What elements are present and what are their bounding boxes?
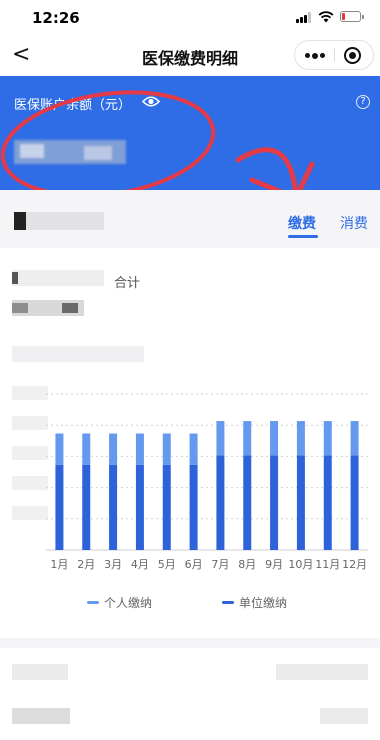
x-tick-label: 10月 <box>288 558 313 571</box>
battery-icon <box>340 11 364 22</box>
status-bar: 12:26 <box>0 0 380 34</box>
status-time: 12:26 <box>32 9 80 27</box>
x-tick-label: 3月 <box>104 558 122 571</box>
bar-personal-1 <box>55 433 64 465</box>
bar-personal-10 <box>296 421 305 456</box>
navigation-bar: < 医保缴费明细 <box>0 34 380 76</box>
legend-label-personal: 个人缴纳 <box>104 596 153 610</box>
bar-unit-7 <box>216 455 225 550</box>
list-item-date-blurred <box>320 708 368 724</box>
bar-unit-3 <box>109 464 118 550</box>
payment-list-item[interactable] <box>0 648 380 740</box>
eye-icon[interactable] <box>142 95 160 108</box>
more-icon[interactable] <box>305 52 325 59</box>
balance-label: 医保账户余额（元） <box>14 98 132 113</box>
balance-card: 医保账户余额（元） ? <box>0 76 380 190</box>
bar-personal-11 <box>323 421 332 456</box>
bar-personal-6 <box>189 433 198 465</box>
bar-unit-9 <box>270 455 279 550</box>
legend-swatch-unit <box>222 601 234 604</box>
tab-consume[interactable]: 消费 <box>340 213 368 233</box>
payment-list <box>0 638 380 740</box>
bar-personal-9 <box>270 421 279 456</box>
x-tick-label: 4月 <box>131 558 149 571</box>
bar-personal-5 <box>162 433 171 465</box>
monthly-payment-chart: 1月 2月 3月 4月 5月 6月 7月 8月 9月 10月 11月 12月 <box>46 393 368 571</box>
bar-unit-12 <box>350 455 359 550</box>
legend-label-unit: 单位缴纳 <box>239 596 288 610</box>
x-tick-label: 2月 <box>77 558 95 571</box>
tab-active-indicator <box>288 235 318 238</box>
bar-personal-3 <box>109 433 118 465</box>
tab-row: 缴费 消费 <box>0 190 380 248</box>
x-tick-label: 12月 <box>342 558 367 571</box>
bar-personal-4 <box>135 433 144 465</box>
x-tick-label: 11月 <box>315 558 340 571</box>
bar-unit-4 <box>135 464 144 550</box>
bar-unit-2 <box>82 464 91 550</box>
balance-amount-blurred <box>14 140 126 164</box>
list-item-value-blurred <box>276 664 368 680</box>
x-tick-label: 1月 <box>50 558 68 571</box>
bar-unit-10 <box>296 455 305 550</box>
bar-unit-8 <box>243 455 252 550</box>
target-icon[interactable] <box>344 47 361 64</box>
help-icon[interactable]: ? <box>356 95 370 109</box>
x-tick-label: 6月 <box>185 558 203 571</box>
bar-unit-1 <box>55 464 64 550</box>
cellular-signal-icon <box>296 12 314 23</box>
x-tick-label: 9月 <box>265 558 283 571</box>
bar-personal-2 <box>82 433 91 465</box>
x-tick-label: 8月 <box>238 558 256 571</box>
payment-summary-card: 合计 1月 2月 3月 4月 5月 6月 7月 8月 9月 10月 11月 12月 个人缴纳 单位缴纳 <box>0 248 380 638</box>
x-tick-label: 5月 <box>158 558 176 571</box>
list-item-subtitle-blurred <box>12 708 70 724</box>
bar-unit-11 <box>323 455 332 550</box>
menu-capsule <box>294 40 374 70</box>
tab-pay[interactable]: 缴费 <box>288 213 316 233</box>
bar-personal-12 <box>350 421 359 456</box>
x-tick-label: 7月 <box>211 558 229 571</box>
year-selector-blurred[interactable] <box>14 212 104 230</box>
capsule-divider <box>334 48 335 62</box>
legend-swatch-personal <box>87 601 99 604</box>
list-item-title-blurred <box>12 664 68 680</box>
chart-legend: 个人缴纳 单位缴纳 <box>0 594 380 612</box>
bar-personal-8 <box>243 421 252 456</box>
bar-unit-6 <box>189 464 198 550</box>
wifi-icon <box>318 11 334 23</box>
bar-personal-7 <box>216 421 225 456</box>
bar-unit-5 <box>162 464 171 550</box>
